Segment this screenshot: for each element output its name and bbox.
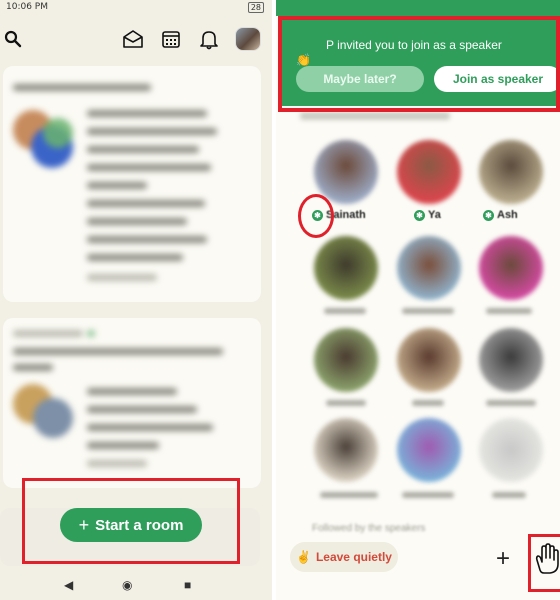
speaker-avatar[interactable] — [314, 328, 378, 392]
room-subtitle — [300, 112, 450, 120]
speaker-label — [324, 308, 366, 314]
room-card[interactable] — [3, 318, 261, 488]
calendar-icon[interactable] — [161, 29, 181, 49]
speaker-avatar[interactable] — [314, 140, 378, 204]
speaker-avatar[interactable] — [397, 140, 461, 204]
speaker-avatar[interactable] — [479, 418, 543, 482]
avatar[interactable] — [235, 27, 261, 51]
speaker-avatar[interactable] — [314, 418, 378, 482]
speaker-avatar[interactable] — [479, 140, 543, 204]
battery-indicator: 28 — [247, 2, 264, 13]
speaker-label — [402, 308, 454, 314]
android-nav-bar: ◀ ◉ ■ — [0, 574, 272, 600]
recents-nav-button[interactable]: ■ — [184, 578, 191, 592]
speaker-label — [402, 492, 454, 498]
leave-quietly-label: Leave quietly — [315, 550, 392, 564]
screenshot-root: 10:06 PM 28 + Start a room ◀ ◉ ■ 👏 P inv… — [0, 0, 560, 600]
speaker-label — [486, 308, 532, 314]
home-nav-button[interactable]: ◉ — [122, 578, 132, 592]
room-card[interactable] — [3, 66, 261, 302]
speaker-label — [320, 492, 378, 498]
followed-by-speakers-label: Followed by the speakers — [312, 523, 426, 534]
speaker-avatar[interactable] — [397, 236, 461, 300]
peace-hand-icon: ✌ — [296, 550, 311, 564]
back-nav-button[interactable]: ◀ — [64, 578, 73, 592]
speaker-label — [326, 400, 366, 406]
speaker-name: ✱ Ya — [414, 209, 441, 221]
search-icon[interactable] — [4, 30, 22, 48]
status-bar: 10:06 PM 28 — [0, 0, 272, 14]
speaker-avatar[interactable] — [479, 236, 543, 300]
highlight-moderator-badge — [298, 194, 334, 238]
add-button[interactable]: + — [489, 545, 517, 573]
bell-icon[interactable] — [199, 28, 219, 50]
speaker-label — [492, 492, 526, 498]
speaker-label — [412, 400, 444, 406]
speaker-avatar[interactable] — [314, 236, 378, 300]
status-bar — [276, 0, 560, 16]
status-time: 10:06 PM — [6, 2, 48, 12]
leave-quietly-button[interactable]: ✌ Leave quietly — [290, 542, 398, 572]
speaker-name: ✱ Ash — [483, 209, 518, 221]
speaker-avatar[interactable] — [397, 328, 461, 392]
highlight-raise-hand — [528, 534, 560, 592]
speaker-avatar[interactable] — [397, 418, 461, 482]
moderator-badge-icon: ✱ — [483, 209, 494, 221]
speaker-avatar[interactable] — [479, 328, 543, 392]
speaker-label — [486, 400, 536, 406]
highlight-invite-banner — [278, 16, 560, 112]
moderator-badge-icon: ✱ — [414, 209, 425, 221]
highlight-start-room — [22, 478, 240, 564]
envelope-icon[interactable] — [122, 29, 144, 49]
